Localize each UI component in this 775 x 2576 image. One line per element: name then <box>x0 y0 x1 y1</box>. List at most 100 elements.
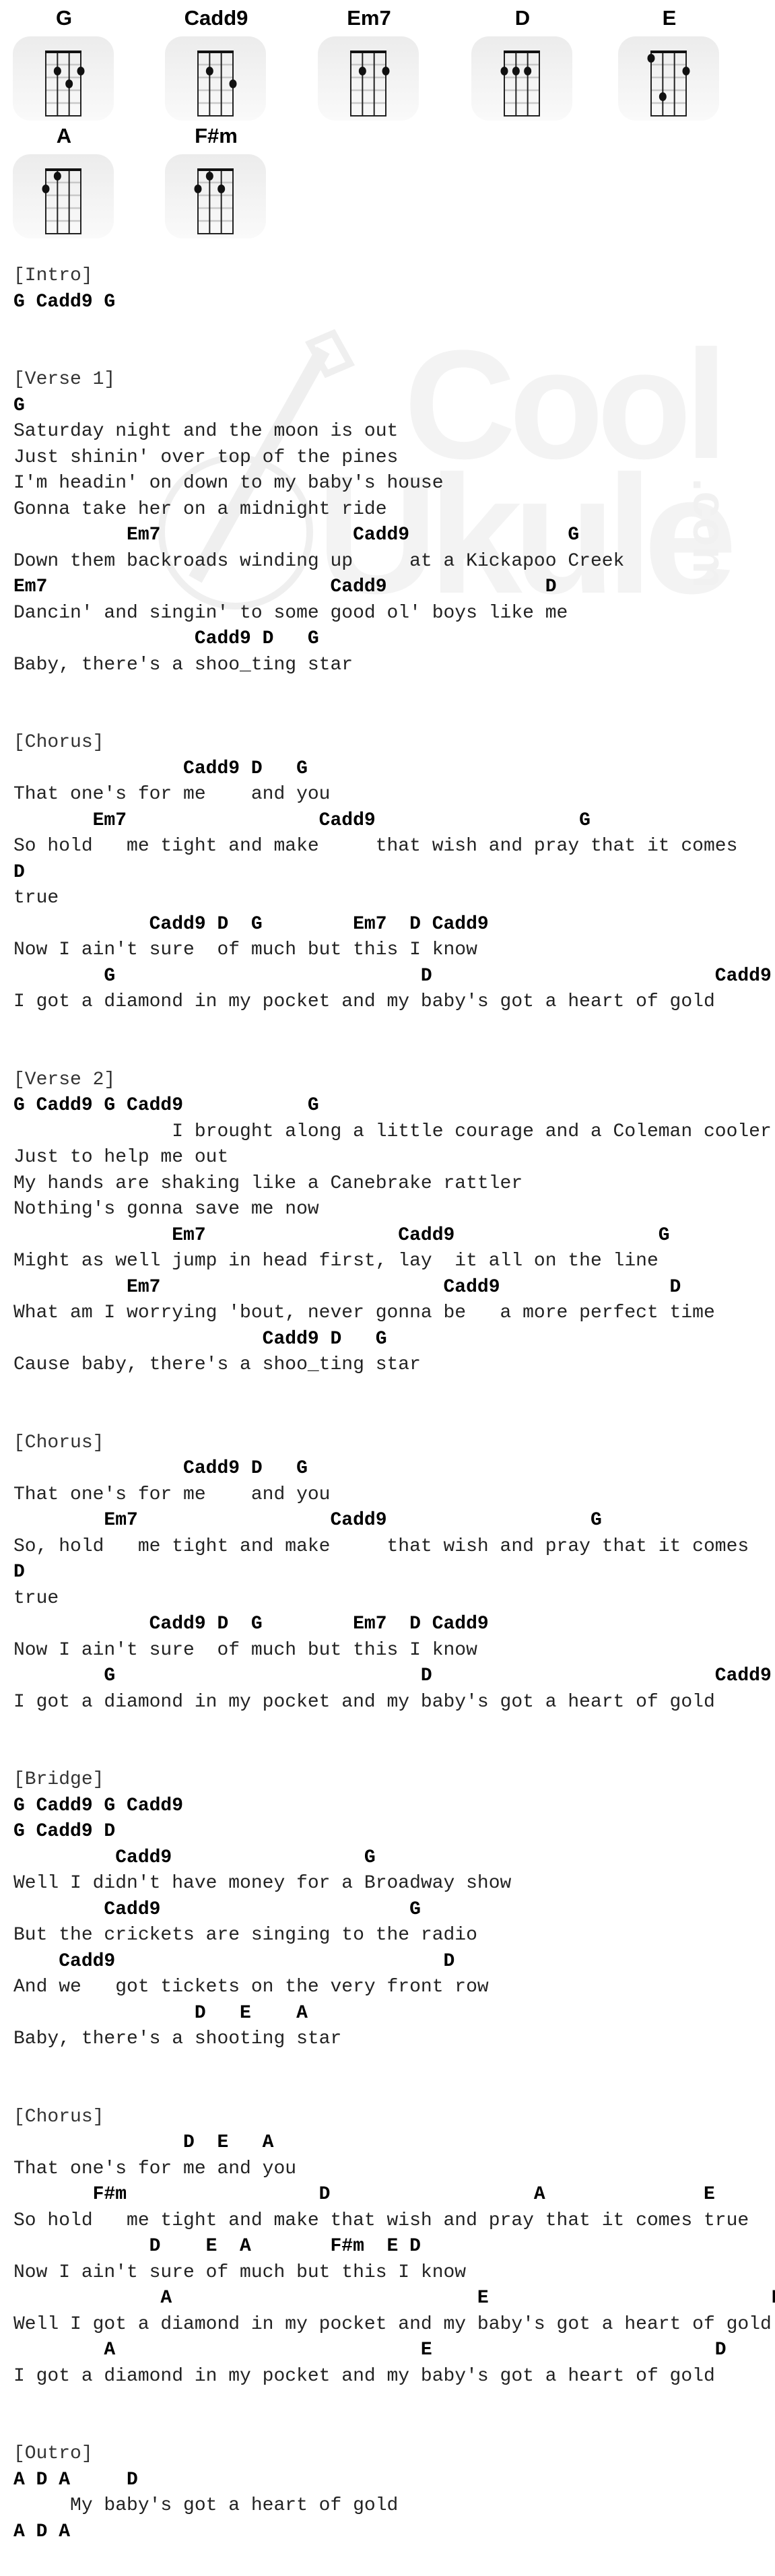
finger-dot <box>229 79 237 88</box>
chord-line: Cadd9 D G <box>13 628 319 649</box>
lyric-line: And we got tickets on the very front row <box>13 1977 489 1997</box>
chord-line: D E A <box>13 2132 274 2153</box>
lyric-line: Now I ain't sure of much but this I know <box>13 1639 477 1661</box>
chord-line: Em7 Cadd9 G <box>13 525 580 546</box>
chord-diagram-f-sharp-m[interactable]: F#m <box>165 118 267 238</box>
chord-line: Em7 Cadd9 D <box>13 1276 681 1298</box>
chord-line: G D Cadd9 <box>13 1665 772 1686</box>
finger-dot <box>512 67 520 75</box>
section-header: [Verse 2] <box>13 1069 116 1090</box>
chord-line: G <box>13 395 25 416</box>
section-header: [Outro] <box>13 2443 93 2464</box>
lyric-line: I got a diamond in my pocket and my baby… <box>13 1691 715 1713</box>
nut <box>45 51 81 53</box>
chord-line: A E D <box>13 2288 775 2309</box>
finger-dot <box>53 172 61 180</box>
finger-dot <box>42 185 50 193</box>
finger-dot <box>659 92 667 101</box>
chord-diagram-g[interactable]: G <box>13 0 115 121</box>
section-header: [Chorus] <box>13 2106 104 2127</box>
chord-diagram-panel: G Cadd9 Em7 D E A F#m <box>0 0 775 249</box>
chord-line: G Cadd9 G Cadd9 G <box>13 1095 319 1116</box>
lyric-line: I got a diamond in my pocket and my baby… <box>13 2365 715 2387</box>
chord-name: Em7 <box>347 6 391 30</box>
chord-diagram-a[interactable]: A <box>13 118 115 238</box>
nut <box>197 51 234 53</box>
lyric-line: Nothing's gonna save me now <box>13 1199 319 1220</box>
fretboard-diagram <box>165 36 266 121</box>
lyric-line: So hold me tight and make that wish and … <box>13 836 738 857</box>
fretboard-svg <box>647 51 690 117</box>
chord-name: F#m <box>195 124 238 147</box>
chord-line: A D A D <box>13 2469 138 2490</box>
section-header: [Bridge] <box>13 1769 104 1790</box>
fretboard-svg <box>197 51 237 117</box>
chord-line: F#m D A E <box>13 2184 715 2205</box>
chord-line: Cadd9 G <box>13 1898 421 1920</box>
lyric-line: Well I didn't have money for a Broadway … <box>13 1873 512 1894</box>
chord-line: Cadd9 G <box>13 1847 376 1868</box>
chord-line: Cadd9 D G <box>13 1458 308 1479</box>
chord-line: A E D <box>13 2340 727 2360</box>
lyric-line: true <box>13 888 59 909</box>
fretboard-diagram <box>471 36 572 121</box>
chord-diagram-e[interactable]: E <box>618 0 720 121</box>
lyric-line: I got a diamond in my pocket and my baby… <box>13 991 715 1012</box>
section-header: [Intro] <box>13 265 93 286</box>
chord-line: Em7 Cadd9 D <box>13 576 557 597</box>
lyric-line: Baby, there's a shoo_ting star <box>13 654 353 675</box>
chord-diagram-d[interactable]: D <box>471 0 574 121</box>
finger-dot <box>524 67 532 75</box>
chord-diagram-cadd9[interactable]: Cadd9 <box>165 0 267 121</box>
chord-line: D E A F#m E D <box>13 2236 421 2257</box>
finger-dot <box>647 54 655 63</box>
fretboard-svg <box>194 168 234 234</box>
lyric-line: Just shinin' over top of the pines <box>13 447 399 468</box>
finger-dot <box>205 172 213 180</box>
lyric-line: Just to help me out <box>13 1147 229 1168</box>
chord-line: Cadd9 D G Em7 D Cadd9 <box>13 1614 489 1634</box>
lyric-line: Gonna take her on a midnight ride <box>13 498 387 520</box>
chord-line: G Cadd9 D <box>13 1821 116 1842</box>
fretboard-svg <box>500 51 540 117</box>
lyric-line: That one's for me and you <box>13 2158 297 2179</box>
finger-dot <box>358 67 366 75</box>
chord-line: A D A <box>13 2521 71 2542</box>
finger-dot <box>217 185 226 193</box>
lyric-line: My baby's got a heart of gold <box>13 2495 399 2516</box>
finger-dot <box>53 67 61 75</box>
finger-dot <box>77 67 85 75</box>
chord-line: Cadd9 D <box>13 1950 455 1972</box>
lyric-line: That one's for me and you <box>13 1484 331 1505</box>
fretboard-svg <box>350 51 390 117</box>
chord-name: E <box>662 6 677 30</box>
lyric-line: I'm headin' on down to my baby's house <box>13 473 444 494</box>
lyric-line: So, hold me tight and make that wish and… <box>13 1535 749 1557</box>
chord-line: Em7 Cadd9 G <box>13 1510 602 1531</box>
chord-line: Em7 Cadd9 G <box>13 810 591 831</box>
section-header: [Chorus] <box>13 732 104 753</box>
lyric-line: Down them backroads winding up at a Kick… <box>13 550 625 572</box>
chord-line: D E A <box>13 2002 308 2024</box>
chord-line: D <box>13 1562 25 1583</box>
chord-diagram-em7[interactable]: Em7 <box>318 0 420 121</box>
fretboard-diagram <box>165 154 266 238</box>
chord-line: Em7 Cadd9 G <box>13 1224 670 1246</box>
chord-name: A <box>56 124 72 147</box>
lyric-line: Now I ain't sure of much but this I know <box>13 2261 467 2283</box>
fretboard-svg <box>42 168 81 234</box>
song-sheet: [Intro] G Cadd9 G [Verse 1] G Saturday night… <box>13 263 775 2545</box>
nut <box>350 51 386 53</box>
chord-name: Cadd9 <box>184 6 248 30</box>
chord-line: D <box>13 861 25 883</box>
chord-name: D <box>514 6 531 30</box>
